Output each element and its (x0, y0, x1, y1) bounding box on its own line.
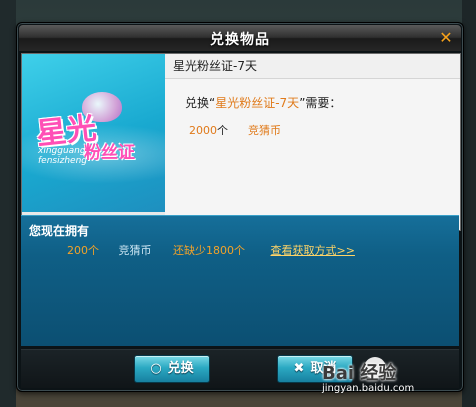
image-pinyin: xingguang fensizheng (38, 146, 87, 166)
exchange-requirement: 兑换“星光粉丝证-7天”需要： (185, 94, 341, 111)
dialog-title: 兑换物品 (210, 32, 270, 48)
exchange-button-label: 兑换 (167, 361, 194, 376)
owned-shortage: 还缺少1800个 (173, 244, 245, 257)
cross-icon: ✖ (293, 361, 305, 376)
item-image: 星光 粉丝证 xingguang fensizheng (22, 54, 165, 212)
circle-icon: ○ (150, 361, 162, 376)
baidu-jingyan-watermark: Bai 经验 jingyan.baidu.com (316, 341, 466, 401)
owned-amount: 200个 (67, 244, 99, 257)
exchange-dialog: 兑换物品 ✕ 星光 粉丝证 xingguang fensizheng 星光粉丝证… (16, 22, 464, 392)
cost-amount: 2000 (189, 124, 217, 137)
watermark-url: jingyan.baidu.com (322, 383, 415, 394)
image-pinyin-2: fensizheng (38, 156, 87, 166)
background-left-strip (0, 0, 16, 407)
owned-header: 您现在拥有 (29, 224, 90, 238)
dialog-titlebar: 兑换物品 ✕ (19, 25, 461, 51)
item-panel: 星光 粉丝证 xingguang fensizheng 星光粉丝证-7天 兑换“… (21, 53, 461, 231)
cost-unit: 个 (217, 124, 228, 137)
item-detail: 星光粉丝证-7天 兑换“星光粉丝证-7天”需要： 2000个 竞猜币 (165, 54, 460, 230)
image-subtitle-text: 粉丝证 (84, 143, 135, 163)
owned-panel: 您现在拥有 200个 竞猜币 还缺少1800个 查看获取方式>> (21, 215, 459, 346)
exchange-cost: 2000个 竞猜币 (189, 122, 281, 138)
watermark-brand: Bai 经验 (322, 363, 397, 384)
item-name: 星光粉丝证-7天 (165, 54, 460, 79)
exchange-suffix: ”需要： (299, 96, 342, 110)
image-pinyin-1: xingguang (38, 146, 86, 156)
exchange-button[interactable]: ○ 兑换 (134, 355, 210, 383)
owned-row: 200个 竞猜币 还缺少1800个 查看获取方式>> (67, 242, 355, 258)
exchange-prefix: 兑换“ (185, 96, 216, 110)
cost-currency: 竞猜币 (248, 124, 281, 137)
owned-currency: 竞猜币 (118, 244, 152, 257)
exchange-item-name: 星光粉丝证-7天 (215, 96, 300, 110)
close-icon[interactable]: ✕ (437, 29, 455, 47)
view-acquire-link[interactable]: 查看获取方式>> (271, 244, 355, 257)
